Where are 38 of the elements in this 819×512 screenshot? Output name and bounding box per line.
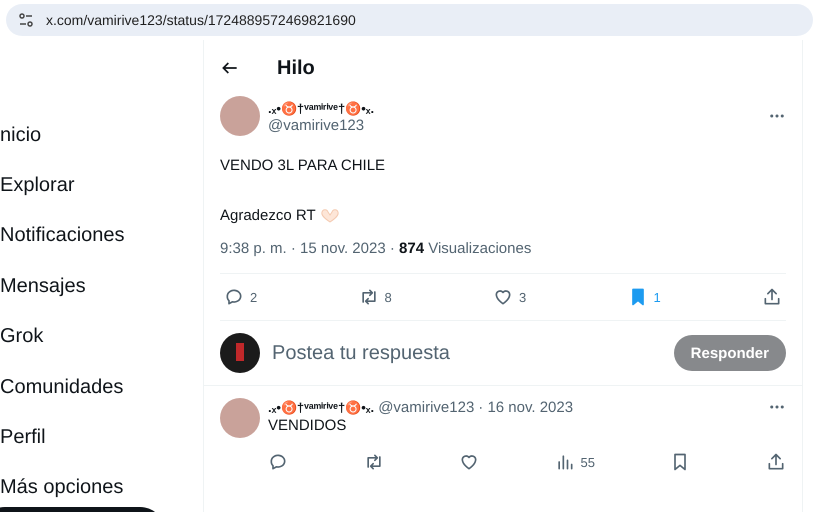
reply-button[interactable] (268, 452, 288, 472)
speech-bubble-icon (268, 452, 288, 472)
views-button[interactable]: 55 (554, 452, 595, 472)
sidebar-item[interactable]: nicio (0, 110, 203, 160)
reply-submit-button[interactable]: Responder (674, 335, 786, 371)
share-icon (762, 287, 782, 307)
address-bar[interactable]: x.com/vamirive123/status/1724889572469821690 (6, 4, 813, 36)
sidebar-item[interactable]: Grok (0, 312, 203, 362)
page-title: Hilo (277, 56, 315, 80)
share-button[interactable] (762, 287, 782, 307)
sidebar-item[interactable]: Explorar (0, 160, 203, 211)
repost-button[interactable]: 8 (358, 287, 392, 307)
share-button[interactable] (766, 452, 786, 472)
heart-icon (493, 287, 513, 307)
sidebar-item[interactable]: Más opciones (0, 462, 203, 512)
sidebar-item[interactable]: Perfil (0, 412, 203, 463)
share-icon (766, 452, 786, 472)
heart-icon (459, 452, 479, 472)
sidebar-item[interactable]: Comunidades (0, 362, 203, 412)
like-button[interactable]: 3 (493, 287, 526, 307)
avatar[interactable] (220, 333, 260, 373)
user-handle[interactable]: @vamirive123 (378, 398, 474, 416)
display-name[interactable]: .ₓ•♉†ᵛᵃᵐⁱʳⁱᵛᵉ†♉•ₓ. (268, 98, 760, 116)
reply-button[interactable]: 2 (224, 287, 258, 307)
url-text: x.com/vamirive123/status/1724889572469821690 (46, 12, 356, 28)
post-text: VENDIDOS (268, 416, 348, 436)
sidebar-item[interactable]: Notificaciones (0, 210, 203, 262)
sidebar-item[interactable]: Mensajes (0, 261, 203, 312)
user-handle[interactable]: @vamirive123 (268, 116, 760, 134)
heart-hands-icon (320, 208, 340, 224)
site-settings-icon[interactable] (18, 12, 34, 28)
post-text: Agradezco RT (220, 206, 316, 226)
post-meta: 9:38 p. m. · 15 nov. 2023 · 874 Visualizaciones (220, 240, 532, 257)
speech-bubble-icon (224, 287, 244, 307)
display-name[interactable]: .ₓ•♉†ᵛᵃᵐⁱʳⁱᵛᵉ†♉•ₓ. (268, 398, 374, 416)
post-text: VENDO 3L PARA CHILE (220, 156, 386, 176)
post-date[interactable]: · 16 nov. 2023 (478, 398, 574, 416)
like-button[interactable] (459, 452, 479, 472)
